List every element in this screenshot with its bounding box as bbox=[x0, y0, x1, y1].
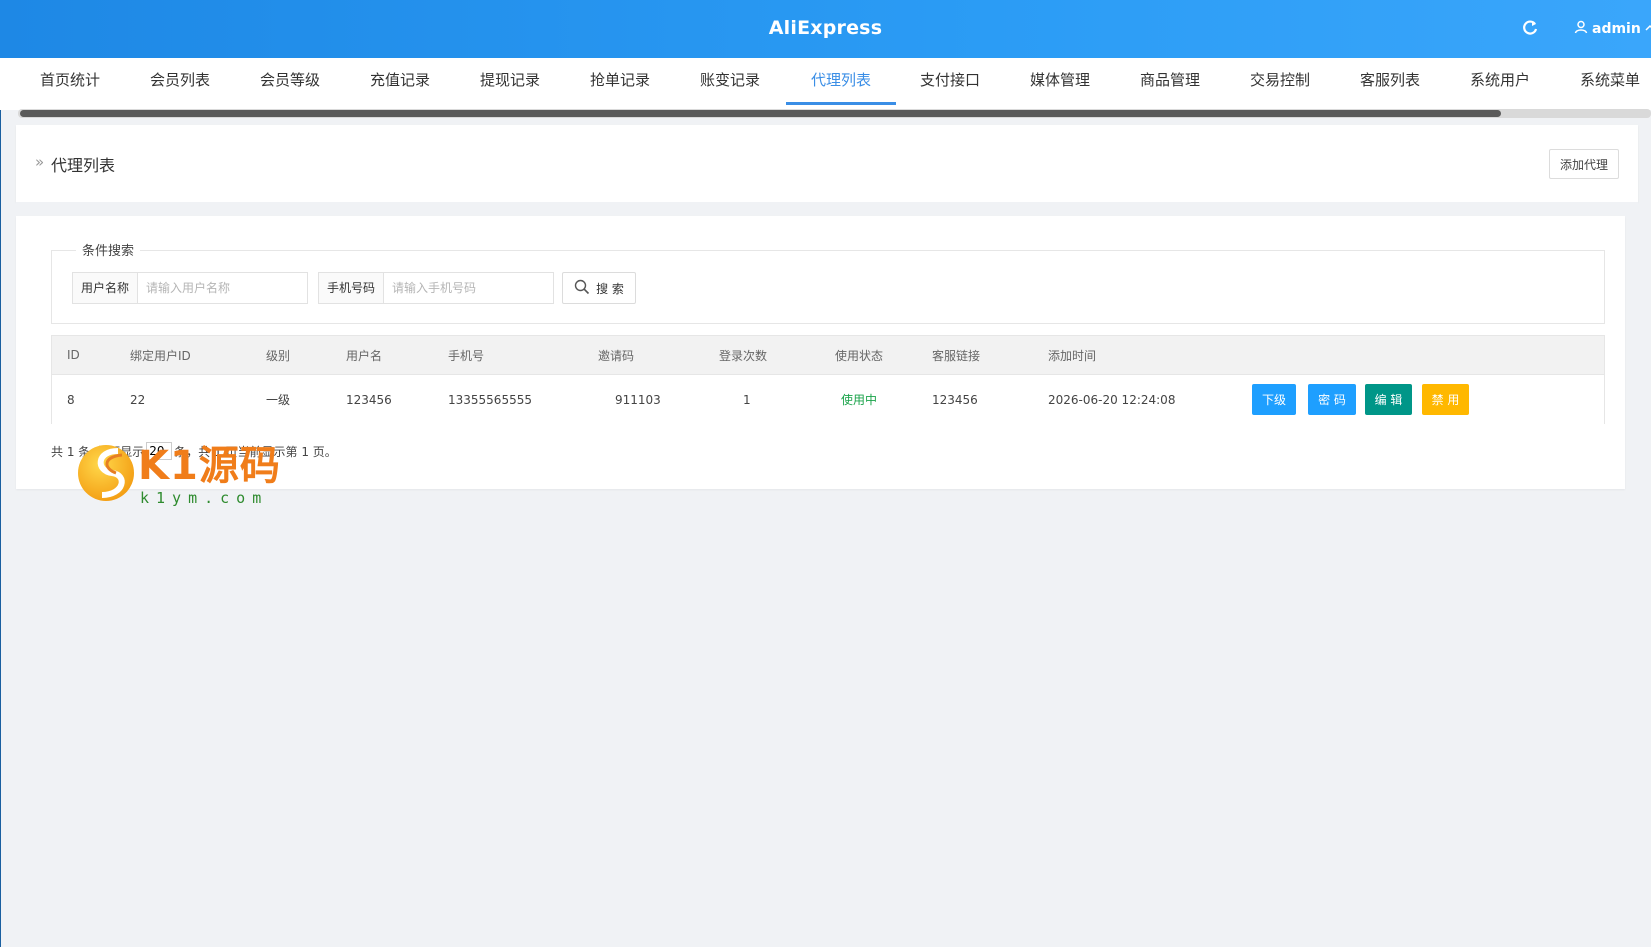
nav-tabs: 首页统计 会员列表 会员等级 充值记录 提现记录 抢单记录 账变记录 代理列表 … bbox=[0, 58, 1651, 110]
cell-created-at: 2026-06-20 12:24:08 bbox=[1048, 392, 1176, 407]
search-legend: 条件搜索 bbox=[76, 240, 141, 259]
tab-media-management[interactable]: 媒体管理 bbox=[1005, 58, 1115, 110]
tab-order-grab-records[interactable]: 抢单记录 bbox=[565, 58, 675, 110]
tab-service-list[interactable]: 客服列表 bbox=[1335, 58, 1445, 110]
phone-input[interactable] bbox=[384, 273, 553, 303]
col-id: ID bbox=[67, 348, 80, 362]
agent-table: ID 绑定用户ID 级别 用户名 手机号 邀请码 登录次数 使用状态 客服链接 … bbox=[51, 335, 1605, 424]
page-title: 代理列表 bbox=[51, 156, 116, 175]
col-created-at: 添加时间 bbox=[1048, 348, 1097, 363]
tabs-scrollbar-thumb[interactable] bbox=[20, 110, 1501, 117]
cell-level: 一级 bbox=[266, 393, 291, 407]
user-name: admin bbox=[1592, 21, 1641, 37]
tab-member-list[interactable]: 会员列表 bbox=[125, 58, 235, 110]
table-row: 8 22 一级 123456 13355565555 911103 1 使用中 … bbox=[52, 375, 1604, 424]
watermark-text: K1源码 bbox=[138, 443, 281, 489]
col-service-link: 客服链接 bbox=[932, 348, 981, 363]
refresh-icon[interactable] bbox=[1520, 18, 1540, 38]
tab-withdraw-records[interactable]: 提现记录 bbox=[455, 58, 565, 110]
phone-search-group: 手机号码 bbox=[318, 272, 554, 304]
col-bound-user-id: 绑定用户ID bbox=[130, 348, 191, 363]
username-search-group: 用户名称 bbox=[72, 272, 308, 304]
app-brand: AliExpress bbox=[768, 17, 883, 39]
window-left-edge bbox=[0, 0, 1, 947]
subordinate-button[interactable]: 下级 bbox=[1252, 384, 1296, 415]
table-header: ID 绑定用户ID 级别 用户名 手机号 邀请码 登录次数 使用状态 客服链接 … bbox=[52, 336, 1604, 375]
col-login-count: 登录次数 bbox=[719, 348, 768, 363]
tab-agent-list[interactable]: 代理列表 bbox=[786, 58, 896, 110]
tab-balance-change-records[interactable]: 账变记录 bbox=[675, 58, 785, 110]
tab-trade-control[interactable]: 交易控制 bbox=[1225, 58, 1335, 110]
cell-service-link: 123456 bbox=[932, 392, 978, 407]
cell-invite-code: 911103 bbox=[615, 392, 661, 407]
user-menu[interactable]: admin bbox=[1574, 19, 1651, 39]
col-status: 使用状态 bbox=[835, 348, 884, 363]
tab-recharge-records[interactable]: 充值记录 bbox=[345, 58, 455, 110]
top-header: AliExpress admin bbox=[0, 0, 1651, 58]
caret-icon bbox=[1645, 21, 1651, 37]
username-label: 用户名称 bbox=[73, 273, 139, 303]
tab-home-stats[interactable]: 首页统计 bbox=[15, 58, 125, 110]
col-username: 用户名 bbox=[346, 348, 383, 363]
tab-system-menu[interactable]: 系统菜单 bbox=[1555, 58, 1651, 110]
breadcrumb-arrow-icon: » bbox=[35, 153, 45, 171]
cell-bound-user-id: 22 bbox=[130, 392, 146, 407]
tab-system-users[interactable]: 系统用户 bbox=[1445, 58, 1555, 110]
cell-phone: 13355565555 bbox=[448, 392, 532, 407]
cell-username: 123456 bbox=[346, 392, 392, 407]
username-input[interactable] bbox=[138, 273, 307, 303]
user-icon bbox=[1574, 20, 1588, 38]
search-icon bbox=[574, 279, 590, 298]
add-agent-button[interactable]: 添加代理 bbox=[1549, 149, 1619, 179]
tab-product-management[interactable]: 商品管理 bbox=[1115, 58, 1225, 110]
tab-payment-interface[interactable]: 支付接口 bbox=[895, 58, 1005, 110]
cell-login-count: 1 bbox=[743, 392, 751, 407]
disable-button[interactable]: 禁 用 bbox=[1422, 384, 1469, 415]
search-button-label: 搜 索 bbox=[596, 281, 624, 296]
tab-member-level[interactable]: 会员等级 bbox=[235, 58, 345, 110]
watermark-url: k1ym.com bbox=[140, 489, 269, 507]
breadcrumb-card: » 代理列表 添加代理 bbox=[16, 125, 1638, 202]
col-invite-code: 邀请码 bbox=[598, 348, 635, 363]
cell-status: 使用中 bbox=[841, 393, 878, 407]
edit-button[interactable]: 编 辑 bbox=[1365, 384, 1412, 415]
col-level: 级别 bbox=[266, 348, 291, 363]
col-phone: 手机号 bbox=[448, 348, 485, 363]
cell-id: 8 bbox=[67, 392, 75, 407]
phone-label: 手机号码 bbox=[319, 273, 385, 303]
search-button[interactable]: 搜 索 bbox=[562, 272, 636, 304]
watermark-logo: K1源码 k1ym.com bbox=[78, 433, 288, 513]
password-button[interactable]: 密 码 bbox=[1308, 384, 1356, 415]
